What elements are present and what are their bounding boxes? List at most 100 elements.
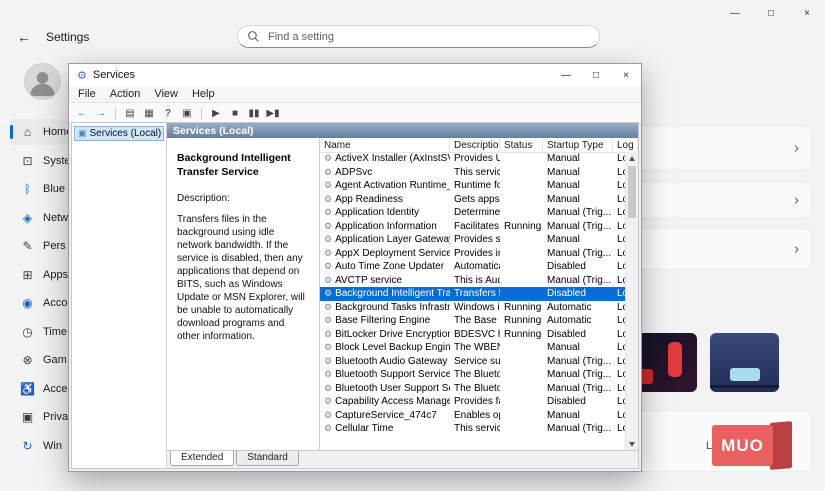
table-row[interactable]: ⚙Agent Activation Runtime_...Runtime for…	[320, 179, 626, 193]
table-row[interactable]: ⚙Background Intelligent Tran...Transfers…	[320, 287, 626, 301]
table-row[interactable]: ⚙Application InformationFacilitates t...…	[320, 220, 626, 234]
service-description: Enables opti...	[450, 410, 500, 421]
table-row[interactable]: ⚙Capability Access Manager ...Provides f…	[320, 395, 626, 409]
service-gear-icon: ⚙	[324, 396, 332, 407]
minimize-button[interactable]: —	[551, 64, 581, 86]
menu-view[interactable]: View	[147, 88, 185, 100]
table-row[interactable]: ⚙AppX Deployment Service (...Provides in…	[320, 247, 626, 261]
service-startup-type: Manual (Trig...	[543, 356, 613, 367]
table-row[interactable]: ⚙Bluetooth Support ServiceThe Blueto...M…	[320, 368, 626, 382]
minimize-button[interactable]: —	[717, 0, 753, 26]
maximize-button[interactable]: □	[581, 64, 611, 86]
service-name-cell: ⚙Bluetooth User Support Ser...	[320, 383, 450, 394]
table-row[interactable]: ⚙Cellular TimeThis service ...Manual (Tr…	[320, 422, 626, 436]
pane-header: Services (Local)	[167, 123, 638, 138]
chevron-right-icon: ›	[794, 192, 799, 209]
theme-preview-blue[interactable]	[710, 333, 779, 392]
vertical-scrollbar[interactable]	[625, 152, 638, 450]
accounts-icon: ◉	[20, 296, 35, 310]
column-header-description[interactable]: Description	[450, 138, 500, 152]
maximize-button[interactable]: □	[753, 0, 789, 26]
description-label: Description:	[177, 193, 309, 204]
desktop: ← Settings —□× ⌂Home⊡SysteᛒBlue◈Netw✎Per…	[0, 0, 825, 491]
service-startup-type: Manual (Trig...	[543, 221, 613, 232]
column-header-log-on-as[interactable]: Log	[613, 138, 638, 152]
table-row[interactable]: ⚙Base Filtering EngineThe Base Fil...Run…	[320, 314, 626, 328]
service-gear-icon: ⚙	[324, 234, 332, 245]
service-name-cell: ⚙Background Tasks Infrastru...	[320, 302, 450, 313]
selected-service-title: Background Intelligent Transfer Service	[177, 152, 309, 179]
tab-standard[interactable]: Standard	[236, 451, 299, 466]
theme-preview-window	[730, 368, 760, 381]
service-name-cell: ⚙Auto Time Zone Updater	[320, 261, 450, 272]
service-gear-icon: ⚙	[324, 207, 332, 218]
avatar[interactable]	[24, 63, 61, 100]
service-name: AVCTP service	[335, 275, 402, 286]
table-row[interactable]: ⚙Application Layer Gateway ...Provides s…	[320, 233, 626, 247]
scroll-up-button[interactable]	[626, 152, 638, 164]
service-name-cell: ⚙Background Intelligent Tran...	[320, 288, 450, 299]
close-button[interactable]: ×	[789, 0, 825, 26]
back-arrow-icon: ←	[17, 29, 31, 45]
tree-item-services-local[interactable]: ▣ Services (Local)	[74, 126, 164, 141]
scrollbar-thumb[interactable]	[628, 166, 636, 218]
table-row[interactable]: ⚙Auto Time Zone UpdaterAutomatica...Disa…	[320, 260, 626, 274]
sidebar-item-label: Acco	[43, 297, 67, 309]
table-row[interactable]: ⚙BitLocker Drive Encryption ...BDESVC ho…	[320, 328, 626, 342]
service-description: Transfers fil...	[450, 288, 500, 299]
accessibility-icon: ♿	[20, 382, 35, 396]
service-name: ActiveX Installer (AxInstSV)	[335, 153, 450, 164]
column-header-status[interactable]: Status	[500, 138, 543, 152]
search-input[interactable]	[237, 25, 600, 48]
service-name-cell: ⚙Base Filtering Engine	[320, 315, 450, 326]
services-window-title: Services	[93, 69, 135, 81]
service-startup-type: Manual	[543, 410, 613, 421]
scroll-down-button[interactable]	[626, 438, 638, 450]
show-console-tree-button[interactable]: ▤	[122, 105, 138, 121]
forward-button[interactable]: →	[93, 105, 109, 121]
sidebar-item-label: Pers	[43, 240, 66, 252]
service-startup-type: Manual	[543, 180, 613, 191]
services-titlebar[interactable]: ⚙ Services —□×	[69, 64, 641, 86]
table-row[interactable]: ⚙CaptureService_474c7Enables opti...Manu…	[320, 409, 626, 423]
services-window-controls: —□×	[551, 64, 641, 86]
column-header-name[interactable]: Name	[320, 138, 450, 152]
export-list-button[interactable]: ▦	[141, 105, 157, 121]
menu-action[interactable]: Action	[103, 88, 148, 100]
service-description: Provides su...	[450, 234, 500, 245]
column-header-startup-type[interactable]: Startup Type	[543, 138, 613, 152]
tab-extended[interactable]: Extended	[170, 451, 234, 466]
action-pane-button[interactable]: ▣	[179, 105, 195, 121]
table-row[interactable]: ⚙Application IdentityDetermines ...Manua…	[320, 206, 626, 220]
sidebar-item-label: Time	[43, 326, 67, 338]
close-button[interactable]: ×	[611, 64, 641, 86]
table-row[interactable]: ⚙Bluetooth User Support Ser...The Blueto…	[320, 382, 626, 396]
chevron-right-icon: ›	[794, 241, 799, 258]
time-language-icon: ◷	[20, 325, 35, 339]
stop-service-button[interactable]: ■	[227, 105, 243, 121]
table-row[interactable]: ⚙ADPSvcThis service ...ManualLoc	[320, 166, 626, 180]
table-row[interactable]: ⚙App ReadinessGets apps re...ManualLoc	[320, 193, 626, 207]
service-name-cell: ⚙AVCTP service	[320, 275, 450, 286]
restart-service-button[interactable]: ▶▮	[265, 105, 281, 121]
service-description: The Blueto...	[450, 383, 500, 394]
menu-file[interactable]: File	[71, 88, 103, 100]
sidebar-item-label: Syste	[43, 155, 71, 167]
table-row[interactable]: ⚙ActiveX Installer (AxInstSV)Provides Us…	[320, 152, 626, 166]
table-row[interactable]: ⚙Background Tasks Infrastru...Windows in…	[320, 301, 626, 315]
start-service-button[interactable]: ▶	[208, 105, 224, 121]
service-startup-type: Automatic	[543, 315, 613, 326]
table-row[interactable]: ⚙Bluetooth Audio Gateway S...Service sup…	[320, 355, 626, 369]
service-gear-icon: ⚙	[324, 153, 332, 164]
back-button[interactable]: ←	[74, 105, 90, 121]
pause-service-button[interactable]: ▮▮	[246, 105, 262, 121]
help-button[interactable]: ?	[160, 105, 176, 121]
table-row[interactable]: ⚙Block Level Backup Engine ...The WBENG.…	[320, 341, 626, 355]
service-name-cell: ⚙Application Layer Gateway ...	[320, 234, 450, 245]
menu-help[interactable]: Help	[185, 88, 222, 100]
gaming-icon: ⊗	[20, 353, 35, 367]
service-gear-icon: ⚙	[324, 369, 332, 380]
back-button[interactable]: ←	[14, 27, 34, 47]
table-row[interactable]: ⚙AVCTP serviceThis is Audi...Manual (Tri…	[320, 274, 626, 288]
service-name: AppX Deployment Service (...	[335, 248, 450, 259]
